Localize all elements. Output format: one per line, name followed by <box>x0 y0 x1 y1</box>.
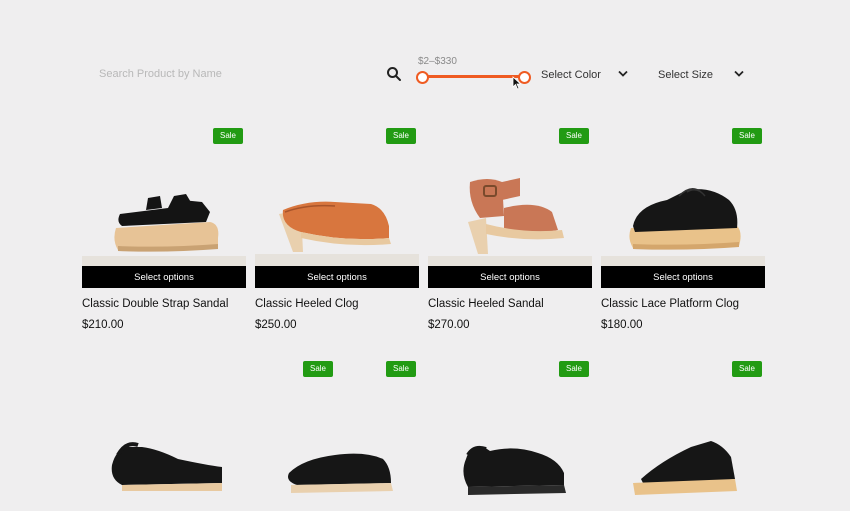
sale-badge: Sale <box>558 361 589 377</box>
slider-handle-min[interactable] <box>416 71 429 84</box>
chevron-down-icon <box>618 70 628 77</box>
product-price: $210.00 <box>82 319 124 331</box>
product-title[interactable]: Classic Heeled Sandal <box>428 298 598 310</box>
select-options-button[interactable]: Select options <box>601 266 765 288</box>
product-image-lace-platform-clog[interactable] <box>601 156 765 266</box>
product-image-heeled-clog[interactable] <box>255 156 419 266</box>
search-input[interactable] <box>96 64 382 84</box>
sale-badge: Sale <box>385 361 416 377</box>
product-image-heeled-sandal[interactable] <box>428 156 592 266</box>
price-range-label: $2–$330 <box>418 56 457 67</box>
product-title[interactable]: Classic Lace Platform Clog <box>601 298 771 310</box>
sale-badge: Sale <box>731 128 762 144</box>
mouse-cursor-icon <box>512 76 522 90</box>
color-dropdown[interactable]: Select Color <box>541 66 631 84</box>
product-title[interactable]: Classic Heeled Clog <box>255 298 425 310</box>
filter-bar: $2–$330 Select Color Select Size <box>0 0 850 110</box>
sale-badge: Sale <box>212 128 243 144</box>
select-options-button[interactable]: Select options <box>255 266 419 288</box>
sale-badge: Sale <box>558 128 589 144</box>
size-dropdown-label: Select Size <box>658 69 714 81</box>
product-price: $270.00 <box>428 319 470 331</box>
select-options-button[interactable]: Select options <box>82 266 246 288</box>
product-price: $180.00 <box>601 319 643 331</box>
sale-badge: Sale <box>385 128 416 144</box>
product-price: $250.00 <box>255 319 297 331</box>
product-image[interactable] <box>255 401 419 511</box>
slider-fill <box>422 75 524 78</box>
color-dropdown-label: Select Color <box>541 69 601 81</box>
product-image-double-strap-sandal[interactable] <box>82 156 246 266</box>
search-icon[interactable] <box>386 66 402 82</box>
product-title[interactable]: Classic Double Strap Sandal <box>82 298 252 310</box>
sale-badge: Sale <box>302 361 333 377</box>
product-image[interactable] <box>601 401 765 511</box>
size-dropdown[interactable]: Select Size <box>658 66 748 84</box>
sale-badge: Sale <box>731 361 762 377</box>
select-options-button[interactable]: Select options <box>428 266 592 288</box>
product-image[interactable] <box>428 401 592 511</box>
chevron-down-icon <box>734 70 744 77</box>
product-image[interactable] <box>82 401 246 511</box>
